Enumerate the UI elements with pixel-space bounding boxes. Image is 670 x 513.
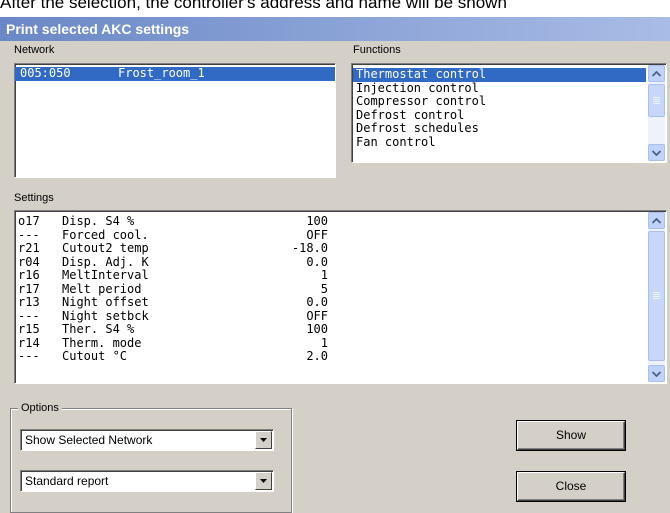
function-item-defrost-control[interactable]: Defrost control [353,108,646,123]
setting-name: Melt period [62,281,142,296]
settings-row[interactable]: --- Night setbck OFF [18,308,328,324]
functions-list[interactable]: Thermostat control Injection control Com… [351,63,667,163]
setting-code: o17 [18,214,40,228]
settings-row[interactable]: --- Forced cool. OFF [18,227,328,243]
setting-code: r04 [18,254,40,269]
setting-name: Night offset [62,295,149,309]
setting-code: r13 [18,295,40,309]
network-name: Frost_room_1 [118,66,205,80]
chevron-down-icon[interactable] [255,472,272,490]
setting-name: Night setbck [62,308,149,323]
page-caption: After the selection, the controller's ad… [0,0,670,17]
function-item-injection-control[interactable]: Injection control [353,81,646,96]
setting-value: 2.0 [306,349,328,363]
setting-value: OFF [306,308,328,323]
setting-code: --- [18,349,40,363]
report-type-value: Standard report [25,474,109,488]
settings-row[interactable]: r15 Ther. S4 % 100 [18,322,328,337]
setting-value: 0.0 [306,254,328,269]
function-item-thermostat-control[interactable]: Thermostat control [353,67,646,82]
settings-label: Settings [14,192,54,204]
print-settings-dialog: Print selected AKC settings Network 005:… [0,17,670,513]
setting-name: Ther. S4 % [62,322,135,336]
arrow-down-icon[interactable] [648,144,665,161]
setting-name: MeltInterval [62,268,149,282]
setting-value: 1 [320,335,328,350]
network-scope-value: Show Selected Network [25,433,153,447]
setting-code: r21 [18,241,40,255]
setting-name: Disp. S4 % [62,214,135,228]
setting-value: 1 [320,268,328,282]
setting-code: --- [18,308,40,323]
setting-value: 0.0 [306,295,328,309]
setting-value: 5 [320,281,328,296]
setting-name: Forced cool. [62,227,149,242]
settings-row[interactable]: r17 Melt period 5 [18,281,328,297]
arrow-up-icon[interactable] [648,212,665,229]
network-item[interactable]: 005:050 Frost_room_1 [15,66,335,81]
setting-name: Therm. mode [62,335,142,350]
setting-value: OFF [306,227,328,242]
options-group [10,408,292,513]
settings-scroll-thumb[interactable] [648,231,665,361]
function-item-defrost-schedules[interactable]: Defrost schedules [353,121,646,136]
setting-code: r16 [18,268,40,282]
network-list[interactable]: 005:050 Frost_room_1 [14,63,336,178]
caption-text: After the selection, the controller's ad… [0,0,507,12]
network-label: Network [14,44,55,56]
network-scope-select[interactable]: Show Selected Network [20,429,274,451]
setting-value: 100 [306,322,328,336]
network-address: 005:050 [20,66,71,80]
function-item-compressor-control[interactable]: Compressor control [353,94,646,109]
arrow-down-icon[interactable] [648,365,665,382]
report-type-select[interactable]: Standard report [20,470,274,492]
setting-code: --- [18,227,40,242]
chevron-down-icon[interactable] [255,431,272,449]
close-button[interactable]: Close [517,472,625,501]
setting-value: 100 [306,214,328,228]
settings-list[interactable]: o17 Disp. S4 % 100 --- Forced cool. OFF r21 Cut… [14,210,667,384]
setting-name: Disp. Adj. K [62,254,149,269]
functions-label: Functions [353,44,401,56]
setting-name: Cutout2 temp [62,241,149,255]
dialog-title: Print selected AKC settings [0,17,670,41]
settings-row[interactable]: r14 Therm. mode 1 [18,335,328,351]
settings-row[interactable]: o17 Disp. S4 % 100 [18,214,328,229]
show-button[interactable]: Show [517,421,625,450]
settings-row[interactable]: r16 MeltInterval 1 [18,268,328,283]
setting-code: r15 [18,322,40,336]
settings-scrollbar[interactable] [648,212,665,382]
setting-code: r14 [18,335,40,350]
settings-row[interactable]: r04 Disp. Adj. K 0.0 [18,254,328,270]
functions-scroll-thumb[interactable] [648,84,665,117]
settings-row[interactable]: --- Cutout °C 2.0 [18,349,328,364]
arrow-up-icon[interactable] [648,65,665,82]
settings-row[interactable]: r13 Night offset 0.0 [18,295,328,310]
options-label: Options [18,402,62,414]
function-item-fan-control[interactable]: Fan control [353,135,646,150]
setting-value: -18.0 [291,241,328,255]
functions-scrollbar[interactable] [648,65,665,161]
setting-name: Cutout °C [62,349,128,363]
setting-code: r17 [18,281,40,296]
settings-row[interactable]: r21 Cutout2 temp -18.0 [18,241,328,256]
